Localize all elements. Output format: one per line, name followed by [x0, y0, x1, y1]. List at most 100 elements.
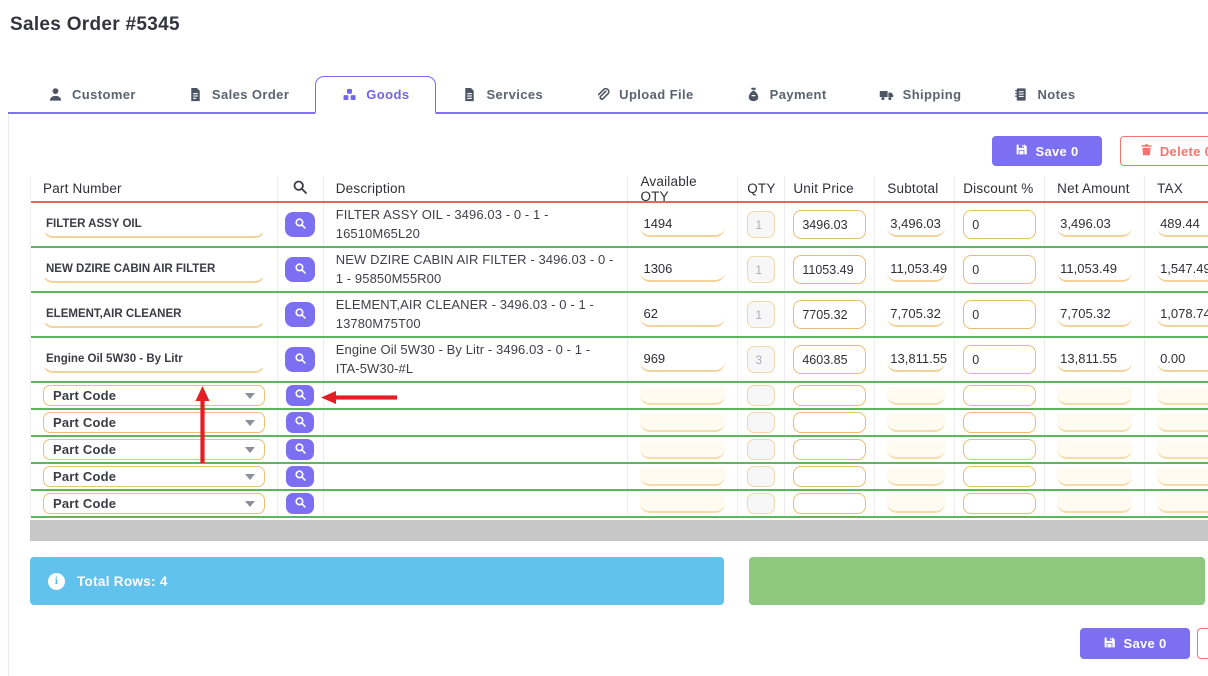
qty-input[interactable]: [747, 346, 775, 373]
goods-table-empty-row: Part Code: [31, 383, 1208, 410]
money-bag-icon: [746, 87, 761, 102]
goods-table-empty-row: Part Code: [31, 410, 1208, 437]
part-search-button[interactable]: [286, 412, 314, 433]
part-search-button[interactable]: [285, 257, 315, 282]
unit-price-input[interactable]: [793, 385, 866, 406]
available-qty-value: 1306: [640, 257, 725, 282]
part-number-input[interactable]: [43, 301, 265, 328]
qty-input[interactable]: [747, 211, 775, 238]
qty-input[interactable]: [747, 412, 775, 433]
part-number-input[interactable]: [43, 211, 265, 238]
notebook-icon: [1013, 87, 1028, 102]
qty-input[interactable]: [747, 385, 775, 406]
net-amount-value: 3,496.03: [1057, 212, 1132, 237]
discount-input[interactable]: [963, 439, 1036, 460]
tab-bar: Customer Sales Order Goods Services Uplo…: [8, 76, 1208, 114]
part-search-button[interactable]: [285, 302, 315, 327]
header-unit-price: Unit Price: [785, 176, 875, 201]
search-icon: [294, 496, 307, 512]
header-description: Description: [324, 176, 629, 201]
tab-customer[interactable]: Customer: [22, 76, 162, 112]
tab-goods[interactable]: Goods: [315, 76, 436, 114]
delete-button-bottom[interactable]: [1197, 628, 1208, 659]
horizontal-scrollbar[interactable]: [30, 520, 1208, 541]
part-search-button[interactable]: [286, 439, 314, 460]
page-title: Sales Order #5345: [10, 14, 180, 36]
part-code-select[interactable]: Part Code: [43, 385, 265, 406]
discount-input[interactable]: [963, 493, 1036, 514]
qty-input[interactable]: [747, 439, 775, 460]
description-text: NEW DZIRE CABIN AIR FILTER - 3496.03 - 0…: [336, 248, 616, 291]
qty-input[interactable]: [747, 256, 775, 283]
unit-price-input[interactable]: [793, 493, 866, 514]
part-search-button[interactable]: [285, 212, 315, 237]
save-button-top[interactable]: Save 0: [992, 136, 1102, 166]
discount-input[interactable]: [963, 412, 1036, 433]
net-amount-value: [1057, 441, 1132, 459]
part-number-input[interactable]: [43, 256, 265, 283]
qty-input[interactable]: [747, 466, 775, 487]
total-rows-label: Total Rows:: [77, 574, 156, 589]
part-search-button[interactable]: [285, 347, 315, 372]
discount-input[interactable]: [963, 255, 1036, 284]
qty-input[interactable]: [747, 301, 775, 328]
total-rows-banner: i Total Rows: 4: [30, 557, 724, 605]
goods-table: Part Number Description Available QTY QT…: [30, 176, 1208, 520]
discount-input[interactable]: [963, 466, 1036, 487]
subtotal-value: [887, 387, 945, 405]
header-available-qty: Available QTY: [628, 176, 738, 201]
tab-sales-order[interactable]: Sales Order: [162, 76, 315, 112]
discount-input[interactable]: [963, 385, 1036, 406]
discount-input[interactable]: [963, 300, 1036, 329]
scrollbar-thumb[interactable]: [30, 520, 1208, 541]
unit-price-input[interactable]: [793, 300, 866, 329]
part-number-input[interactable]: [43, 346, 265, 373]
net-amount-value: 7,705.32: [1057, 302, 1132, 327]
part-code-select[interactable]: Part Code: [43, 412, 265, 433]
tab-services[interactable]: Services: [436, 76, 569, 112]
part-search-button[interactable]: [286, 466, 314, 487]
tax-value: [1157, 441, 1208, 459]
delete-button-label: Delete 0: [1160, 144, 1208, 159]
header-net-amount: Net Amount: [1045, 176, 1145, 201]
unit-price-input[interactable]: [793, 439, 866, 460]
part-code-select[interactable]: Part Code: [43, 493, 265, 514]
part-search-button[interactable]: [286, 493, 314, 514]
header-discount: Discount %: [955, 176, 1045, 201]
net-amount-value: 13,811.55: [1057, 347, 1132, 372]
unit-price-input[interactable]: [793, 466, 866, 487]
tab-notes[interactable]: Notes: [987, 76, 1101, 112]
unit-price-input[interactable]: [793, 345, 866, 374]
description-text: FILTER ASSY OIL - 3496.03 - 0 - 1 - 1651…: [336, 203, 616, 246]
part-code-select[interactable]: Part Code: [43, 466, 265, 487]
paperclip-icon: [595, 87, 610, 102]
save-button-label: Save 0: [1123, 636, 1166, 651]
tax-value: 489.44: [1157, 212, 1208, 237]
total-rows-value: 4: [160, 574, 168, 589]
boxes-icon: [342, 87, 357, 102]
tab-upload-file[interactable]: Upload File: [569, 76, 719, 112]
invoice-icon: [188, 87, 203, 102]
unit-price-input[interactable]: [793, 255, 866, 284]
discount-input[interactable]: [963, 210, 1036, 239]
qty-input[interactable]: [747, 493, 775, 514]
tab-payment[interactable]: Payment: [720, 76, 853, 112]
tab-shipping[interactable]: Shipping: [853, 76, 988, 112]
unit-price-input[interactable]: [793, 210, 866, 239]
part-code-select[interactable]: Part Code: [43, 439, 265, 460]
description-text: Engine Oil 5W30 - By Litr - 3496.03 - 0 …: [336, 338, 616, 381]
tax-value: 0.00: [1157, 347, 1208, 372]
header-part-number: Part Number: [31, 176, 278, 201]
discount-input[interactable]: [963, 345, 1036, 374]
goods-table-row: NEW DZIRE CABIN AIR FILTER - 3496.03 - 0…: [31, 248, 1208, 293]
chevron-down-icon: [245, 474, 255, 480]
document-icon: [462, 87, 477, 102]
subtotal-value: 7,705.32: [887, 302, 945, 327]
unit-price-input[interactable]: [793, 412, 866, 433]
part-search-button[interactable]: [286, 385, 314, 406]
tax-value: 1,078.74: [1157, 302, 1208, 327]
save-button-bottom[interactable]: Save 0: [1080, 628, 1190, 659]
search-icon: [294, 442, 307, 458]
header-subtotal: Subtotal: [875, 176, 955, 201]
delete-button-top[interactable]: Delete 0: [1120, 136, 1208, 166]
